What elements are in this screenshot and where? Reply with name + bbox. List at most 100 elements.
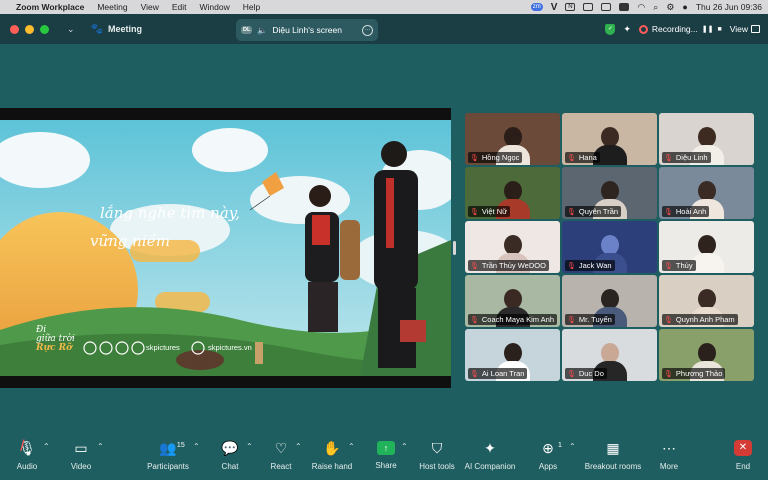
react-label: React: [270, 462, 292, 471]
buffalo: [176, 350, 224, 370]
boy-bag: [400, 320, 426, 342]
menu-app-name[interactable]: Zoom Workplace: [16, 2, 84, 12]
participant-head: [600, 127, 619, 147]
shared-screen[interactable]: lắng nghe tim này, vững niềm Đi giữa trờ…: [0, 108, 451, 388]
apps-options-caret-icon[interactable]: ⌃: [569, 442, 576, 451]
participant-tile[interactable]: 🎙 Hồng Ngọc: [465, 113, 560, 165]
host-tools-button[interactable]: ⛉ Host tools: [407, 438, 467, 471]
more-icon: ⋯: [662, 440, 676, 456]
participant-name-tag: 🎙 Jack Wan: [565, 260, 615, 271]
shared-screen-tab[interactable]: DL 🔈 Diệu Linh's screen ···: [236, 19, 378, 41]
participant-name: Hồng Ngọc: [481, 153, 520, 162]
participant-name-tag: 🎙 Diệu Linh: [662, 152, 711, 163]
participant-tile[interactable]: 🎙 Quyên Trần: [562, 167, 657, 219]
mic-muted-icon: 🎙: [567, 370, 576, 378]
video-camera-icon: ▭: [74, 440, 88, 456]
resize-handle[interactable]: [453, 241, 456, 255]
sparkle-icon: ✦: [484, 440, 496, 456]
basket: [340, 220, 360, 280]
menu-help[interactable]: Help: [243, 2, 260, 12]
participant-tile[interactable]: 🎙 Trần Thủy WeDOO: [465, 221, 560, 273]
ai-sparkle-icon[interactable]: ✦: [623, 24, 631, 35]
participant-tile[interactable]: 🎙 Việt Nữ: [465, 167, 560, 219]
ai-companion-label: AI Companion: [464, 462, 516, 471]
participant-tile[interactable]: 🎙 Hoài Anh: [659, 167, 754, 219]
participant-name-tag: 🎙 Trần Thủy WeDOO: [468, 260, 549, 271]
participant-tile[interactable]: 🎙 Quynh Anh Pham: [659, 275, 754, 327]
video-options-caret-icon[interactable]: ⌃: [97, 442, 104, 451]
participant-tile[interactable]: 🎙 Hana: [562, 113, 657, 165]
siri-icon[interactable]: ●: [682, 2, 687, 12]
participant-tile[interactable]: 🎙 Thủy: [659, 221, 754, 273]
participants-button[interactable]: 👥 15 Participants: [138, 438, 198, 471]
menu-window[interactable]: Window: [200, 2, 230, 12]
breakout-rooms-button[interactable]: ▦ Breakout rooms: [583, 438, 643, 471]
wifi-icon[interactable]: ◠: [637, 2, 645, 13]
audio-options-caret-icon[interactable]: ⌃: [43, 442, 50, 451]
zoom-tray-icon[interactable]: zm: [530, 3, 543, 11]
security-shield-icon[interactable]: ✓: [605, 23, 616, 35]
recording-icon: [638, 24, 648, 34]
participant-name-tag: 🎙 Quyên Trần: [565, 206, 622, 217]
menu-view[interactable]: View: [141, 2, 159, 12]
boy-body: [374, 170, 418, 290]
raise-hand-options-caret-icon[interactable]: ⌃: [348, 442, 355, 451]
minimize-window-button[interactable]: [25, 24, 34, 34]
meeting-tab[interactable]: 🐾 Meeting: [91, 24, 142, 35]
participant-name: Quyên Trần: [578, 207, 619, 216]
mic-muted-icon: 🎙: [664, 262, 673, 270]
ai-companion-button[interactable]: ✦ AI Companion: [460, 438, 520, 471]
participant-tile[interactable]: 🎙 Phương Thảo: [659, 329, 754, 381]
participant-tile[interactable]: 🎙 Ai Loan Tran: [465, 329, 560, 381]
participant-name: Phương Thảo: [675, 369, 723, 378]
participant-head: [600, 343, 619, 363]
girl-bib: [312, 215, 330, 245]
menu-meeting[interactable]: Meeting: [97, 2, 127, 12]
react-options-caret-icon[interactable]: ⌃: [295, 442, 302, 451]
participant-head: [697, 289, 716, 309]
participant-name-tag: 🎙 Quynh Anh Pham: [662, 314, 738, 325]
participant-tile[interactable]: 🎙 Diệu Linh: [659, 113, 754, 165]
participant-tile[interactable]: 🎙 Duc Do: [562, 329, 657, 381]
fullscreen-window-button[interactable]: [40, 24, 49, 34]
end-button[interactable]: ✕ End: [713, 438, 768, 471]
participant-tile[interactable]: 🎙 Mr. Tuyến: [562, 275, 657, 327]
participant-tile[interactable]: 🎙 Coach Maya Kim Anh: [465, 275, 560, 327]
screen-icon[interactable]: [583, 3, 594, 11]
v-app-icon[interactable]: V: [551, 2, 558, 13]
meeting-controls-toolbar: 🎙 / Audio ⌃ ▭ Video ⌃ 👥 15 Participants ⌃ …: [0, 438, 768, 480]
mic-muted-icon: 🎙: [664, 208, 673, 216]
participant-name: Ai Loan Tran: [481, 369, 525, 378]
mic-muted-icon: 🎙: [567, 154, 576, 162]
shared-screen-title: Diệu Linh's screen: [272, 25, 342, 35]
menu-clock[interactable]: Thu 26 Jun 09:36: [696, 2, 762, 12]
participant-head: [503, 235, 522, 255]
keyboard-icon[interactable]: [601, 3, 612, 11]
participant-name: Diệu Linh: [675, 153, 708, 162]
notes-icon[interactable]: N: [565, 3, 576, 11]
control-center-icon[interactable]: ⚙: [666, 2, 674, 13]
social-handle: skpictures: [146, 343, 180, 352]
menu-edit[interactable]: Edit: [172, 2, 187, 12]
window-controls: [10, 24, 49, 34]
stop-recording-icon[interactable]: ■: [717, 26, 721, 33]
speaker-icon: 🔈: [257, 25, 268, 35]
paw-icon: 🐾: [90, 23, 103, 35]
more-options-icon[interactable]: ···: [362, 24, 373, 36]
participant-name: Coach Maya Kim Anh: [481, 315, 555, 324]
participant-tile[interactable]: 🎙 Jack Wan: [562, 221, 657, 273]
view-button[interactable]: View: [730, 24, 760, 34]
participant-name: Mr. Tuyến: [578, 315, 612, 324]
close-window-button[interactable]: [10, 24, 19, 34]
participant-name: Duc Do: [578, 369, 604, 378]
participants-options-caret-icon[interactable]: ⌃: [193, 442, 200, 451]
battery-icon[interactable]: [619, 3, 630, 11]
pause-recording-icon[interactable]: ❚❚: [702, 25, 714, 33]
participant-name: Hana: [578, 153, 597, 162]
chevron-down-icon[interactable]: ⌄: [67, 24, 75, 35]
spotlight-search-icon[interactable]: ⌕: [653, 2, 658, 13]
participant-name-tag: 🎙 Việt Nữ: [468, 206, 511, 217]
view-label: View: [729, 24, 748, 34]
more-button[interactable]: ⋯ More: [639, 438, 699, 471]
chat-bubble-icon: 💬: [221, 440, 239, 456]
